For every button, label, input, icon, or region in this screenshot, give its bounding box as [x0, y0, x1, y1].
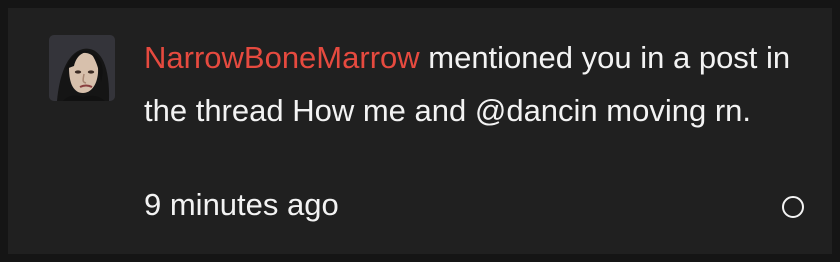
user-avatar[interactable]: [49, 35, 115, 101]
notification-time: 9 minutes ago: [144, 187, 339, 222]
username-link[interactable]: NarrowBoneMarrow: [144, 40, 420, 75]
unread-circle-icon[interactable]: [782, 196, 804, 218]
mention-notification[interactable]: NarrowBoneMarrow mentioned you in a post…: [8, 8, 832, 254]
notification-message: NarrowBoneMarrow mentioned you in a post…: [144, 31, 804, 137]
